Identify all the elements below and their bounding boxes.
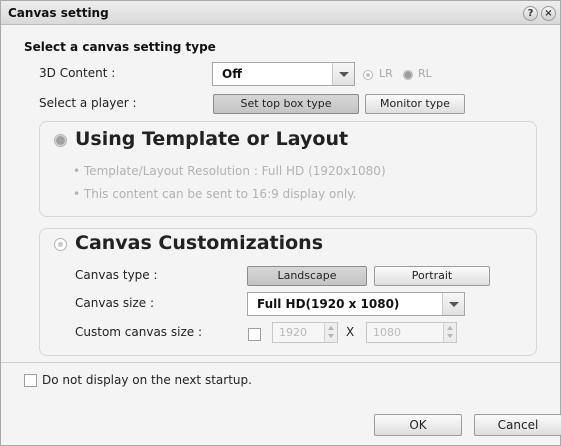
3d-content-value: Off <box>222 67 242 81</box>
portrait-button[interactable]: Portrait <box>374 266 490 286</box>
3d-content-label: 3D Content : <box>39 66 116 80</box>
custom-width-value: 1920 <box>279 326 307 339</box>
spin-buttons[interactable] <box>443 323 456 342</box>
spin-down-icon[interactable] <box>447 334 453 338</box>
canvas-customizations-radio[interactable] <box>54 238 67 251</box>
rl-label: RL <box>418 67 432 80</box>
section-heading: Select a canvas setting type <box>24 40 216 54</box>
landscape-button[interactable]: Landscape <box>247 266 367 286</box>
spin-down-icon[interactable] <box>328 334 334 338</box>
title-bar[interactable]: Canvas setting ? × <box>1 1 560 25</box>
template-display-note: • This content can be sent to 16:9 displ… <box>73 187 357 201</box>
dont-show-label: Do not display on the next startup. <box>42 373 252 387</box>
footer-divider <box>1 362 560 363</box>
canvas-customizations-title: Canvas Customizations <box>75 232 324 254</box>
chevron-down-icon[interactable] <box>332 63 354 85</box>
spin-up-icon[interactable] <box>328 326 334 330</box>
template-group-title: Using Template or Layout <box>75 128 349 150</box>
rl-radio[interactable] <box>403 70 413 80</box>
template-radio[interactable] <box>54 134 67 147</box>
canvas-type-label: Canvas type : <box>75 268 158 282</box>
player-label: Select a player : <box>39 96 137 110</box>
close-icon[interactable]: × <box>541 6 556 21</box>
custom-height-value: 1080 <box>373 326 401 339</box>
canvas-size-label: Canvas size : <box>75 296 154 310</box>
custom-width-spinner[interactable]: 1920 <box>272 322 338 343</box>
spin-buttons[interactable] <box>324 323 337 342</box>
custom-height-spinner[interactable]: 1080 <box>366 322 457 343</box>
custom-size-checkbox[interactable] <box>248 328 261 341</box>
dialog-title: Canvas setting <box>8 6 109 20</box>
3d-content-select[interactable]: Off <box>212 62 355 86</box>
help-icon[interactable]: ? <box>523 6 538 21</box>
template-resolution-note: • Template/Layout Resolution : Full HD (… <box>73 164 386 178</box>
canvas-setting-dialog: Canvas setting ? × Select a canvas setti… <box>0 0 561 446</box>
lr-radio[interactable] <box>363 70 373 80</box>
spin-up-icon[interactable] <box>447 326 453 330</box>
set-top-box-button[interactable]: Set top box type <box>213 94 359 114</box>
size-separator: X <box>346 325 355 339</box>
cancel-button[interactable]: Cancel <box>474 414 561 436</box>
canvas-size-value: Full HD(1920 x 1080) <box>257 297 400 311</box>
custom-size-label: Custom canvas size : <box>75 325 202 339</box>
chevron-down-icon[interactable] <box>442 293 464 315</box>
ok-button[interactable]: OK <box>374 414 462 436</box>
lr-label: LR <box>379 67 393 80</box>
dont-show-checkbox[interactable] <box>24 374 37 387</box>
canvas-size-select[interactable]: Full HD(1920 x 1080) <box>247 292 465 316</box>
monitor-type-button[interactable]: Monitor type <box>365 94 465 114</box>
